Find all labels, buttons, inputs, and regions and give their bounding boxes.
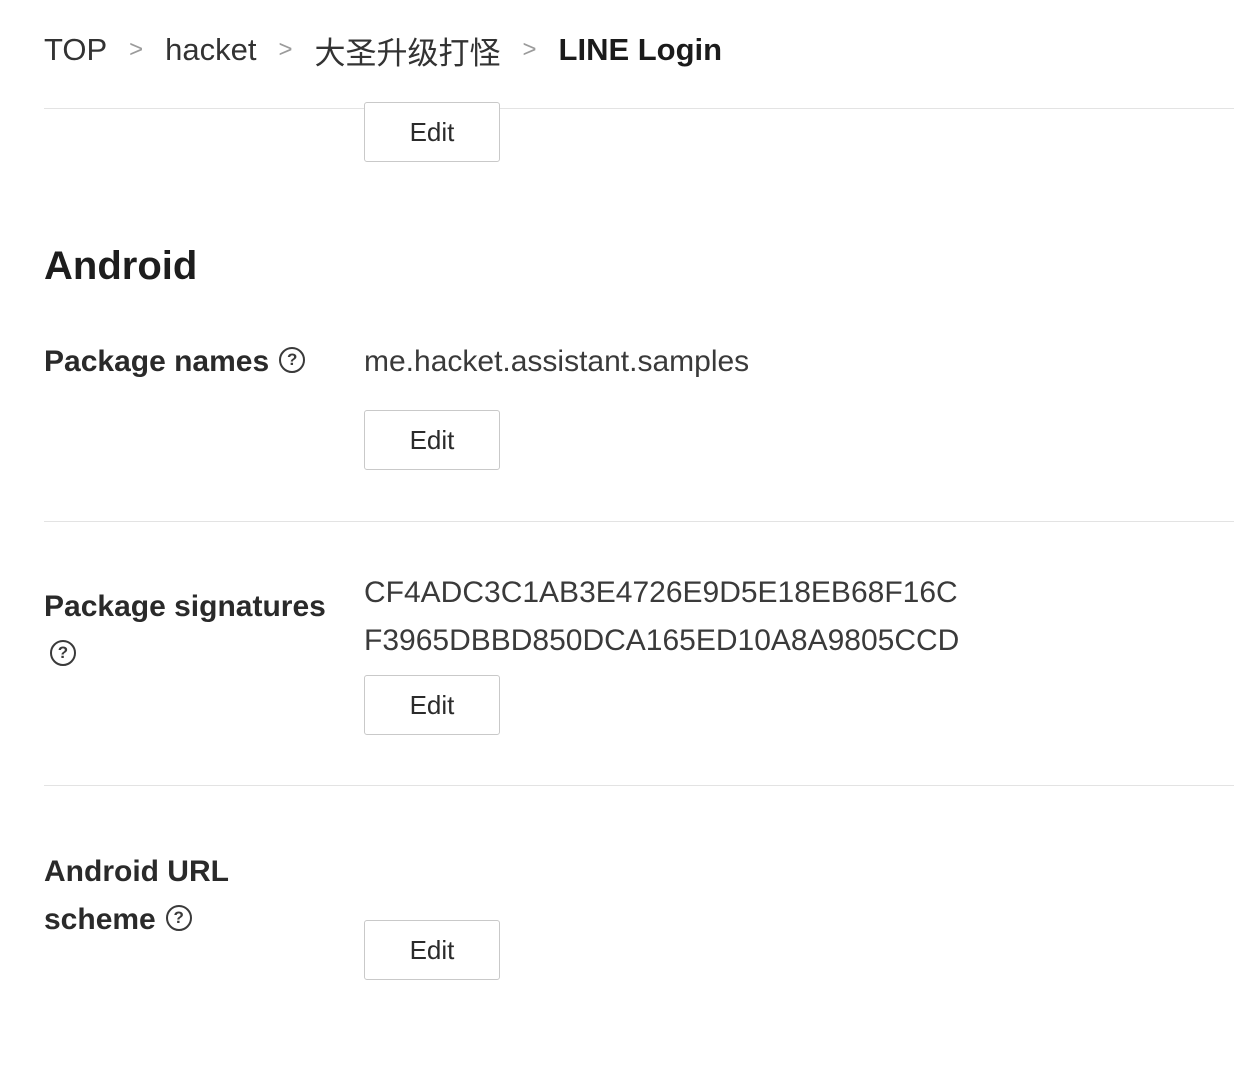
android-url-scheme-label-line2: scheme	[44, 903, 156, 936]
breadcrumb-item-current: LINE Login	[558, 32, 723, 67]
help-icon[interactable]: ?	[165, 905, 192, 932]
chevron-right-icon: >	[278, 36, 293, 63]
android-url-scheme-label: Android URL scheme?	[44, 848, 344, 944]
chevron-right-icon: >	[129, 36, 144, 63]
breadcrumb: TOP > hacket > 大圣升级打怪 > LINE Login	[44, 28, 722, 72]
chevron-right-icon: >	[522, 36, 537, 63]
section-divider	[44, 785, 1234, 786]
edit-button-previous-section[interactable]: Edit	[364, 102, 500, 162]
edit-package-signatures-button[interactable]: Edit	[364, 675, 500, 735]
edit-android-url-scheme-button[interactable]: Edit	[364, 920, 500, 980]
package-signatures-value: CF4ADC3C1AB3E4726E9D5E18EB68F16C F3965DB…	[364, 569, 959, 665]
section-divider	[44, 521, 1234, 522]
breadcrumb-item-provider[interactable]: hacket	[165, 32, 256, 68]
section-title-android: Android	[44, 244, 198, 288]
breadcrumb-item-channel[interactable]: 大圣升级打怪	[315, 28, 501, 73]
package-names-label-text: Package names	[44, 345, 270, 378]
package-signature-line: CF4ADC3C1AB3E4726E9D5E18EB68F16C	[364, 576, 958, 609]
package-names-value: me.hacket.assistant.samples	[364, 345, 750, 378]
package-signatures-label: Package signatures ?	[44, 583, 344, 679]
package-signatures-label-text: Package signatures	[44, 590, 326, 623]
edit-package-names-button[interactable]: Edit	[364, 410, 500, 470]
package-names-label: Package names?	[44, 338, 344, 386]
header-divider	[44, 108, 1234, 109]
help-icon[interactable]: ?	[279, 347, 306, 374]
package-signature-line: F3965DBBD850DCA165ED10A8A9805CCD	[364, 624, 960, 657]
help-icon[interactable]: ?	[50, 640, 76, 667]
breadcrumb-item-top[interactable]: TOP	[44, 32, 107, 68]
android-url-scheme-label-line1: Android URL	[44, 855, 229, 888]
